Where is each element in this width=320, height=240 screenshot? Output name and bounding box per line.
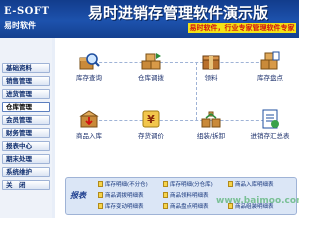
brand-name: E-SOFT xyxy=(4,6,50,17)
sidebar-item-purchasing[interactable]: 进货管理 xyxy=(2,89,50,99)
tile-label: 存货调价 xyxy=(138,132,164,140)
tile-label: 进销存汇总表 xyxy=(250,132,290,140)
main-panel: 库存查询 仓库调拨 领料 库存盘点 商品入库 ¥ 存货调价 组装/拆卸 进销存汇… xyxy=(55,38,299,218)
tile-label: 库存查询 xyxy=(76,74,102,82)
price-adjust-icon: ¥ xyxy=(142,110,160,128)
report-label: 库存明细(不分仓) xyxy=(105,182,148,188)
stock-in-icon xyxy=(79,110,99,128)
report-link-stock-in-detail[interactable]: 商品入库明细表 xyxy=(228,181,274,190)
document-icon xyxy=(163,203,168,209)
tile-label: 领料 xyxy=(204,74,218,82)
report-label: 商品入库明细表 xyxy=(235,182,274,188)
tile-label: 库存盘点 xyxy=(257,74,283,82)
tile-stock-count[interactable]: 库存盘点 xyxy=(247,50,293,90)
report-link-stock-detail-warehouse[interactable]: 库存明细(分仓库) xyxy=(163,181,213,190)
tile-warehouse-transfer[interactable]: 仓库调拨 xyxy=(128,50,174,90)
report-label: 商品调拨明细表 xyxy=(105,193,144,199)
assemble-icon xyxy=(201,111,221,128)
document-icon xyxy=(163,192,168,198)
app-title: 易时进销存管理软件演示版 xyxy=(88,4,269,22)
report-label: 商品领料明细表 xyxy=(170,193,209,199)
document-icon xyxy=(98,203,103,209)
inventory-check-icon xyxy=(260,51,280,70)
sidebar-item-sales[interactable]: 销售管理 xyxy=(2,76,50,86)
sidebar-item-system[interactable]: 系统维护 xyxy=(2,167,50,177)
sidebar-item-members[interactable]: 会员管理 xyxy=(2,115,50,125)
sidebar-item-reports[interactable]: 报表中心 xyxy=(2,141,50,151)
sidebar-item-basic-data[interactable]: 基础资料 xyxy=(2,63,50,73)
report-link-stock-count-detail[interactable]: 商品盘点明细表 xyxy=(163,203,209,212)
sidebar-item-close[interactable]: 关 闭 xyxy=(2,180,50,190)
document-icon xyxy=(98,192,103,198)
promo-banner: 易时软件，行业专家管理软件专家 xyxy=(188,23,296,33)
header-banner: E-SOFT 易时软件 易时进销存管理软件演示版 易时软件，行业专家管理软件专家 xyxy=(0,0,299,38)
tile-label: 仓库调拨 xyxy=(138,74,164,82)
document-icon xyxy=(163,181,168,187)
app-window: E-SOFT 易时软件 易时进销存管理软件演示版 易时软件，行业专家管理软件专家… xyxy=(0,0,299,218)
summary-report-icon xyxy=(262,109,279,129)
tile-summary-report[interactable]: 进销存汇总表 xyxy=(247,108,293,148)
svg-text:¥: ¥ xyxy=(147,113,155,126)
materials-icon xyxy=(202,55,220,70)
sidebar-item-warehouse[interactable]: 仓库管理 xyxy=(2,102,50,112)
logo: E-SOFT 易时软件 xyxy=(4,6,49,30)
flow-line-bottom xyxy=(89,120,269,121)
flow-line-top xyxy=(89,62,269,63)
document-icon xyxy=(98,181,103,187)
brand-subtitle: 易时软件 xyxy=(4,21,36,30)
tile-stock-in[interactable]: 商品入库 xyxy=(66,108,112,148)
report-label: 库存明细(分仓库) xyxy=(170,182,213,188)
magnifier-box-icon xyxy=(79,53,100,70)
tile-assemble[interactable]: 组装/拆卸 xyxy=(188,108,234,148)
tile-materials[interactable]: 领料 xyxy=(188,50,234,90)
sidebar-item-period-end[interactable]: 期末处理 xyxy=(2,154,50,164)
tile-price-adjust[interactable]: ¥ 存货调价 xyxy=(128,108,174,148)
report-link-transfer-detail[interactable]: 商品调拨明细表 xyxy=(98,192,144,201)
sidebar-item-finance[interactable]: 财务管理 xyxy=(2,128,50,138)
document-icon xyxy=(228,181,233,187)
sidebar: 基础资料 销售管理 进货管理 仓库管理 会员管理 财务管理 报表中心 期末处理 … xyxy=(0,38,52,218)
tile-stock-query[interactable]: 库存查询 xyxy=(66,50,112,90)
tile-label: 组装/拆卸 xyxy=(196,132,226,140)
report-label: 商品盘点明细表 xyxy=(170,204,209,210)
report-link-stock-change-detail[interactable]: 库存变动明细表 xyxy=(98,203,144,212)
reports-title: 报表 xyxy=(70,191,86,200)
report-label: 库存变动明细表 xyxy=(105,204,144,210)
transfer-icon xyxy=(141,53,161,70)
watermark: www.baimoo.com xyxy=(216,196,299,206)
report-link-materials-detail[interactable]: 商品领料明细表 xyxy=(163,192,209,201)
tile-label: 商品入库 xyxy=(76,132,102,140)
report-link-stock-detail-all[interactable]: 库存明细(不分仓) xyxy=(98,181,148,190)
